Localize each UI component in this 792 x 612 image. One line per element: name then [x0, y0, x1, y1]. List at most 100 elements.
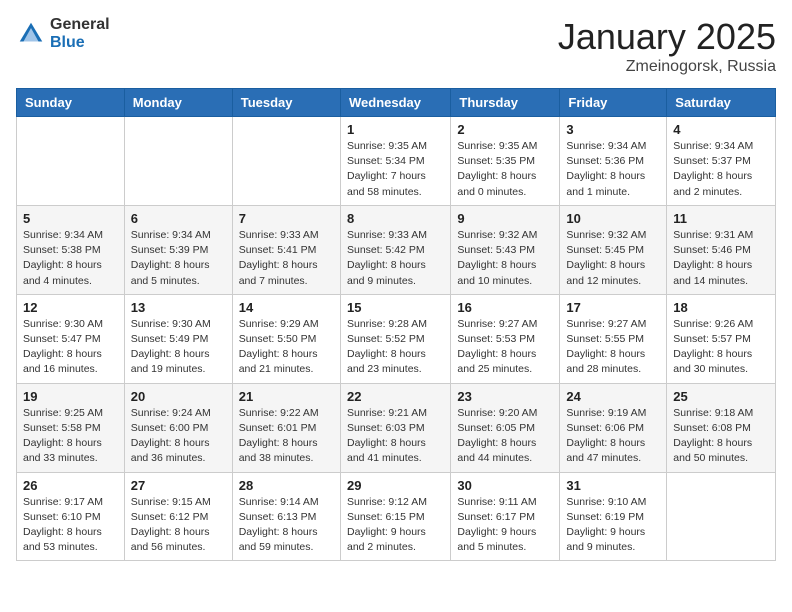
day-info: Sunrise: 9:26 AMSunset: 5:57 PMDaylight:…	[673, 317, 769, 378]
calendar-cell: 22 Sunrise: 9:21 AMSunset: 6:03 PMDayligh…	[340, 383, 450, 472]
day-number: 7	[239, 211, 334, 226]
logo-general: General	[50, 16, 110, 34]
calendar-cell: 31 Sunrise: 9:10 AMSunset: 6:19 PMDayligh…	[560, 472, 667, 561]
calendar-week-row: 1 Sunrise: 9:35 AMSunset: 5:34 PMDaylight…	[17, 117, 776, 206]
day-number: 27	[131, 478, 226, 493]
day-number: 21	[239, 389, 334, 404]
logo: General Blue	[16, 16, 110, 51]
day-number: 6	[131, 211, 226, 226]
weekday-header-friday: Friday	[560, 89, 667, 117]
day-info: Sunrise: 9:34 AMSunset: 5:37 PMDaylight:…	[673, 139, 769, 200]
day-number: 22	[347, 389, 444, 404]
day-number: 30	[457, 478, 553, 493]
day-info: Sunrise: 9:31 AMSunset: 5:46 PMDaylight:…	[673, 228, 769, 289]
day-number: 18	[673, 300, 769, 315]
day-info: Sunrise: 9:10 AMSunset: 6:19 PMDaylight:…	[566, 495, 660, 556]
day-info: Sunrise: 9:28 AMSunset: 5:52 PMDaylight:…	[347, 317, 444, 378]
weekday-header-monday: Monday	[124, 89, 232, 117]
day-number: 16	[457, 300, 553, 315]
day-number: 1	[347, 122, 444, 137]
calendar-cell	[124, 117, 232, 206]
day-info: Sunrise: 9:27 AMSunset: 5:53 PMDaylight:…	[457, 317, 553, 378]
day-info: Sunrise: 9:19 AMSunset: 6:06 PMDaylight:…	[566, 406, 660, 467]
calendar-cell: 11 Sunrise: 9:31 AMSunset: 5:46 PMDayligh…	[667, 205, 776, 294]
weekday-header-thursday: Thursday	[451, 89, 560, 117]
day-number: 31	[566, 478, 660, 493]
day-number: 5	[23, 211, 118, 226]
calendar-table: SundayMondayTuesdayWednesdayThursdayFrid…	[16, 88, 776, 561]
calendar-cell: 26 Sunrise: 9:17 AMSunset: 6:10 PMDayligh…	[17, 472, 125, 561]
calendar-cell: 21 Sunrise: 9:22 AMSunset: 6:01 PMDayligh…	[232, 383, 340, 472]
day-number: 13	[131, 300, 226, 315]
calendar-week-row: 19Sunrise: 9:25 AMSunset: 5:58 PMDayligh…	[17, 383, 776, 472]
calendar-cell: 13Sunrise: 9:30 AMSunset: 5:49 PMDayligh…	[124, 294, 232, 383]
day-number: 15	[347, 300, 444, 315]
calendar-cell: 20 Sunrise: 9:24 AMSunset: 6:00 PMDayligh…	[124, 383, 232, 472]
logo-text: General Blue	[50, 16, 110, 51]
calendar-cell: 30Sunrise: 9:11 AMSunset: 6:17 PMDayligh…	[451, 472, 560, 561]
weekday-header-sunday: Sunday	[17, 89, 125, 117]
calendar-cell: 8 Sunrise: 9:33 AMSunset: 5:42 PMDaylight…	[340, 205, 450, 294]
day-info: Sunrise: 9:35 AMSunset: 5:34 PMDaylight:…	[347, 139, 444, 200]
calendar-cell: 17 Sunrise: 9:27 AMSunset: 5:55 PMDayligh…	[560, 294, 667, 383]
day-info: Sunrise: 9:33 AMSunset: 5:41 PMDaylight:…	[239, 228, 334, 289]
day-number: 23	[457, 389, 553, 404]
calendar-cell: 28 Sunrise: 9:14 AMSunset: 6:13 PMDayligh…	[232, 472, 340, 561]
weekday-header-saturday: Saturday	[667, 89, 776, 117]
day-number: 9	[457, 211, 553, 226]
day-number: 12	[23, 300, 118, 315]
day-info: Sunrise: 9:35 AMSunset: 5:35 PMDaylight:…	[457, 139, 553, 200]
calendar-cell: 19Sunrise: 9:25 AMSunset: 5:58 PMDayligh…	[17, 383, 125, 472]
day-number: 25	[673, 389, 769, 404]
day-number: 26	[23, 478, 118, 493]
calendar-cell	[17, 117, 125, 206]
day-number: 14	[239, 300, 334, 315]
day-info: Sunrise: 9:27 AMSunset: 5:55 PMDaylight:…	[566, 317, 660, 378]
calendar-cell: 23 Sunrise: 9:20 AMSunset: 6:05 PMDayligh…	[451, 383, 560, 472]
calendar-cell: 29Sunrise: 9:12 AMSunset: 6:15 PMDayligh…	[340, 472, 450, 561]
day-number: 8	[347, 211, 444, 226]
calendar-subtitle: Zmeinogorsk, Russia	[558, 58, 776, 76]
calendar-cell: 1 Sunrise: 9:35 AMSunset: 5:34 PMDaylight…	[340, 117, 450, 206]
page-header: General Blue January 2025 Zmeinogorsk, R…	[16, 16, 776, 76]
day-info: Sunrise: 9:32 AMSunset: 5:43 PMDaylight:…	[457, 228, 553, 289]
day-info: Sunrise: 9:34 AMSunset: 5:36 PMDaylight:…	[566, 139, 660, 200]
day-info: Sunrise: 9:18 AMSunset: 6:08 PMDaylight:…	[673, 406, 769, 467]
day-number: 17	[566, 300, 660, 315]
day-info: Sunrise: 9:30 AMSunset: 5:47 PMDaylight:…	[23, 317, 118, 378]
calendar-cell: 4 Sunrise: 9:34 AMSunset: 5:37 PMDaylight…	[667, 117, 776, 206]
day-number: 20	[131, 389, 226, 404]
day-info: Sunrise: 9:34 AMSunset: 5:38 PMDaylight:…	[23, 228, 118, 289]
day-number: 19	[23, 389, 118, 404]
day-number: 3	[566, 122, 660, 137]
day-number: 11	[673, 211, 769, 226]
day-info: Sunrise: 9:22 AMSunset: 6:01 PMDaylight:…	[239, 406, 334, 467]
calendar-cell: 27Sunrise: 9:15 AMSunset: 6:12 PMDayligh…	[124, 472, 232, 561]
day-info: Sunrise: 9:32 AMSunset: 5:45 PMDaylight:…	[566, 228, 660, 289]
day-info: Sunrise: 9:14 AMSunset: 6:13 PMDaylight:…	[239, 495, 334, 556]
day-info: Sunrise: 9:17 AMSunset: 6:10 PMDaylight:…	[23, 495, 118, 556]
day-info: Sunrise: 9:21 AMSunset: 6:03 PMDaylight:…	[347, 406, 444, 467]
day-info: Sunrise: 9:24 AMSunset: 6:00 PMDaylight:…	[131, 406, 226, 467]
calendar-cell	[232, 117, 340, 206]
calendar-cell: 14Sunrise: 9:29 AMSunset: 5:50 PMDayligh…	[232, 294, 340, 383]
day-number: 4	[673, 122, 769, 137]
day-info: Sunrise: 9:12 AMSunset: 6:15 PMDaylight:…	[347, 495, 444, 556]
calendar-cell: 5 Sunrise: 9:34 AMSunset: 5:38 PMDaylight…	[17, 205, 125, 294]
calendar-cell: 7 Sunrise: 9:33 AMSunset: 5:41 PMDaylight…	[232, 205, 340, 294]
calendar-week-row: 26 Sunrise: 9:17 AMSunset: 6:10 PMDayligh…	[17, 472, 776, 561]
calendar-cell: 12 Sunrise: 9:30 AMSunset: 5:47 PMDayligh…	[17, 294, 125, 383]
weekday-header-row: SundayMondayTuesdayWednesdayThursdayFrid…	[17, 89, 776, 117]
day-info: Sunrise: 9:34 AMSunset: 5:39 PMDaylight:…	[131, 228, 226, 289]
day-number: 24	[566, 389, 660, 404]
calendar-cell	[667, 472, 776, 561]
weekday-header-wednesday: Wednesday	[340, 89, 450, 117]
day-info: Sunrise: 9:33 AMSunset: 5:42 PMDaylight:…	[347, 228, 444, 289]
day-info: Sunrise: 9:20 AMSunset: 6:05 PMDaylight:…	[457, 406, 553, 467]
day-number: 2	[457, 122, 553, 137]
day-number: 28	[239, 478, 334, 493]
calendar-title: January 2025	[558, 16, 776, 58]
calendar-cell: 18 Sunrise: 9:26 AMSunset: 5:57 PMDayligh…	[667, 294, 776, 383]
calendar-cell: 6 Sunrise: 9:34 AMSunset: 5:39 PMDaylight…	[124, 205, 232, 294]
logo-blue: Blue	[50, 34, 110, 52]
